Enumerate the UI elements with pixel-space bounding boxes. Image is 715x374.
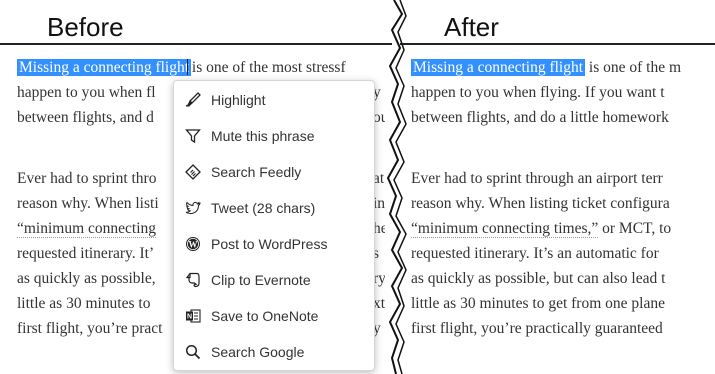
search-icon (184, 343, 202, 361)
mct-link[interactable]: “minimum connecting times,” (411, 220, 599, 238)
divider-rule-left (0, 43, 392, 45)
selected-text-after: Missing a connecting flight (411, 59, 586, 76)
after-article: Missing a connecting flight is one of th… (411, 55, 715, 374)
torn-edge-divider (386, 0, 407, 374)
evernote-icon (184, 271, 202, 289)
after-line-2: happen to you when flying. If you want t (411, 84, 665, 101)
svg-text:W: W (189, 239, 198, 249)
after-line-6: “minimum connecting times,” or MCT, to (411, 220, 672, 238)
feedly-icon (184, 163, 202, 181)
after-line-1: Missing a connecting flight is one of th… (411, 59, 682, 76)
after-line-7: requested itinerary. It’s an automatic f… (411, 245, 659, 262)
filter-icon (184, 127, 202, 145)
menu-item-highlight[interactable]: Highlight (174, 82, 374, 118)
context-menu: Highlight Mute this phrase Search Feedly… (173, 80, 375, 371)
after-line-3: between flights, and do a little homewor… (411, 109, 669, 126)
divider-rule-right (400, 43, 715, 45)
menu-item-post-wordpress[interactable]: W Post to WordPress (174, 226, 374, 262)
onenote-icon: N (184, 307, 202, 325)
highlighter-icon (184, 91, 202, 109)
selected-text: Missing a connecting flight (17, 59, 192, 76)
wordpress-icon: W (184, 235, 202, 253)
menu-item-mute-phrase[interactable]: Mute this phrase (174, 118, 374, 154)
svg-text:N: N (187, 314, 192, 321)
twitter-icon (184, 199, 202, 217)
menu-item-search-feedly[interactable]: Search Feedly (174, 154, 374, 190)
after-line-5: reason why. When listing ticket configur… (411, 195, 670, 212)
after-label: After (444, 12, 499, 42)
menu-item-clip-evernote[interactable]: Clip to Evernote (174, 262, 374, 298)
menu-item-save-onenote[interactable]: N Save to OneNote (174, 298, 374, 334)
after-line-9: little as 30 minutes to get from one pla… (411, 295, 665, 312)
after-line-8: as quickly as possible, but can also lea… (411, 270, 666, 287)
before-label: Before (47, 12, 124, 42)
before-line-1: Missing a connecting flight is one of th… (17, 59, 346, 76)
menu-item-search-google[interactable]: Search Google (174, 334, 374, 370)
after-line-4: Ever had to sprint through an airport te… (411, 170, 663, 187)
menu-item-tweet[interactable]: Tweet (28 chars) (174, 190, 374, 226)
after-line-10: first flight, you’re practically guarant… (411, 320, 663, 337)
